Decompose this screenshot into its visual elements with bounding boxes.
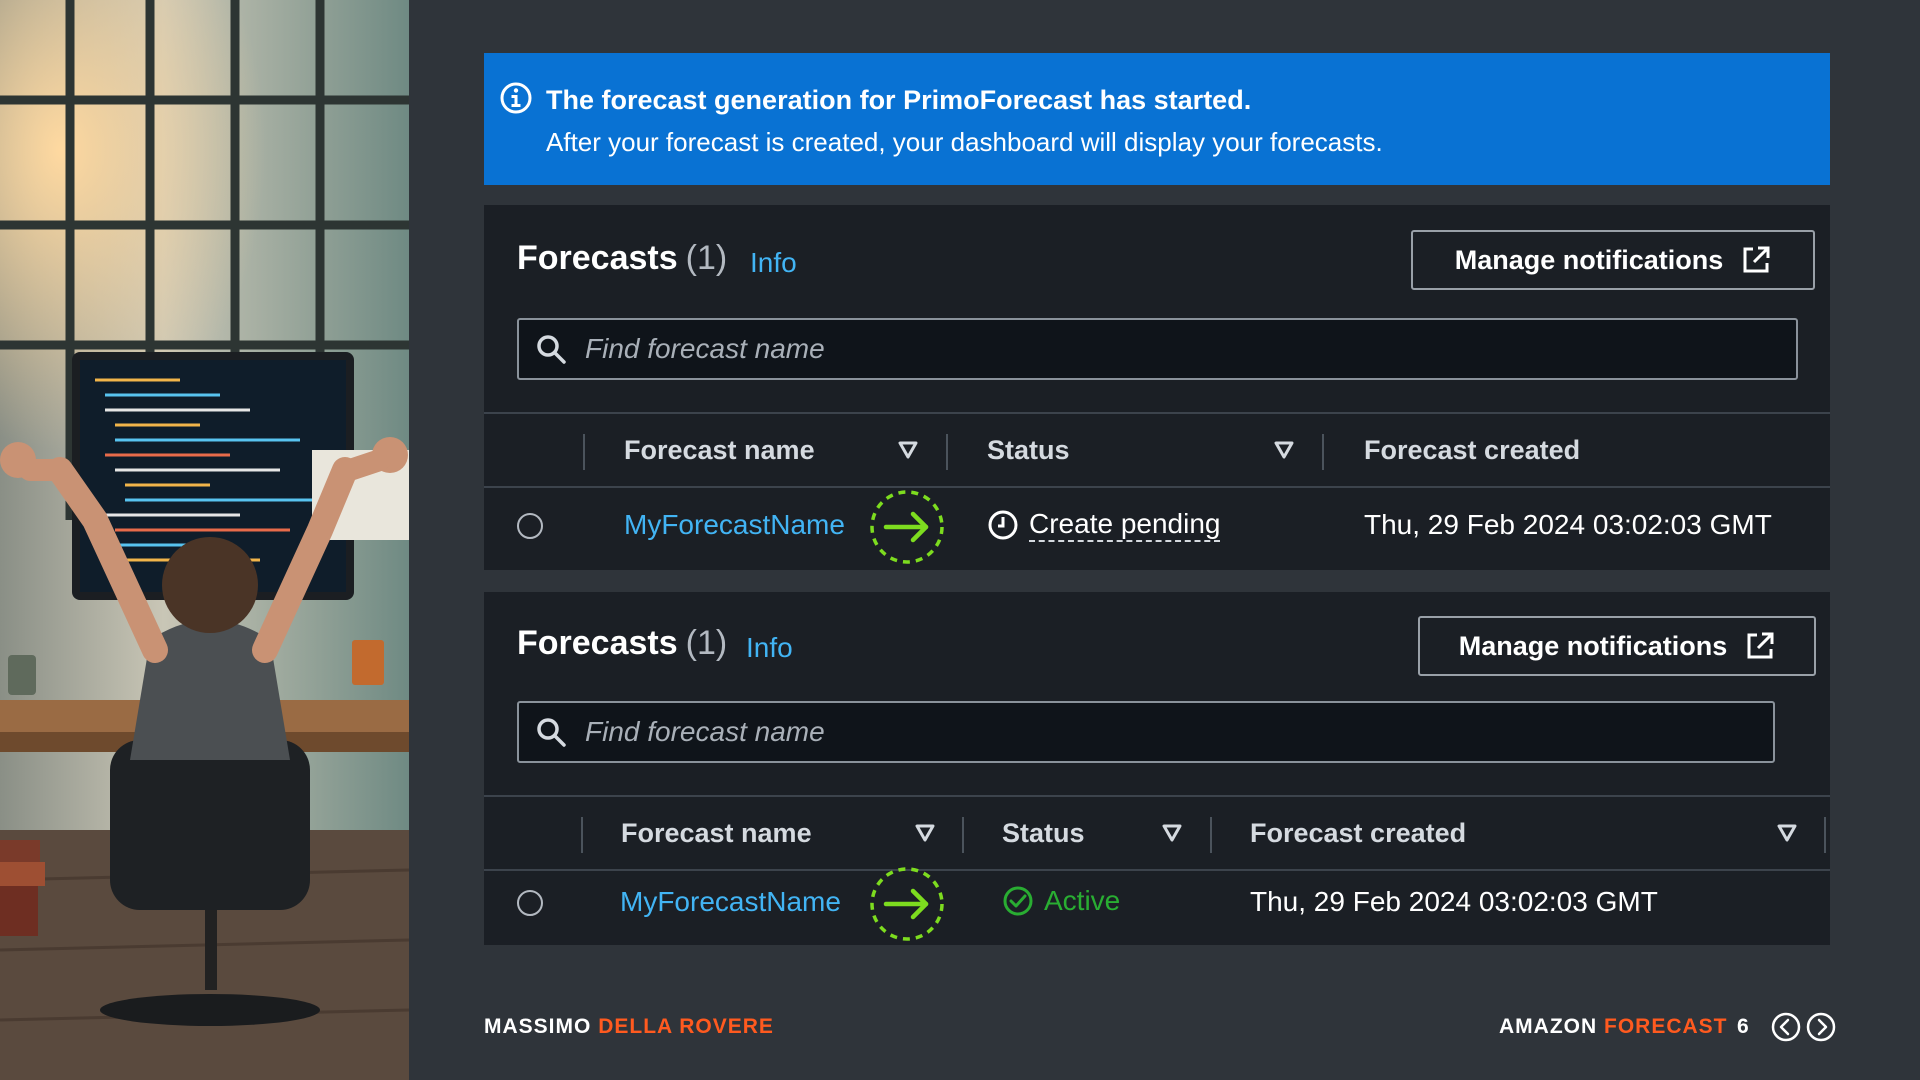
forecast-name-link[interactable]: MyForecastName <box>624 509 845 541</box>
sort-down-icon[interactable] <box>1273 440 1295 460</box>
column-header-status: Status <box>987 434 1070 465</box>
column-header-forecast-name: Forecast name <box>624 434 815 465</box>
search-icon <box>537 335 566 364</box>
panel-title-text: Forecasts <box>517 624 678 662</box>
search-icon <box>537 718 566 747</box>
column-separator <box>583 434 585 470</box>
arrow-right-icon <box>870 867 944 941</box>
info-link[interactable]: Info <box>746 632 793 664</box>
author-first-name: MASSIMO <box>484 1015 592 1038</box>
column-separator <box>1322 434 1324 470</box>
status-text[interactable]: Create pending <box>1029 508 1221 542</box>
table-row: MyForecastName Create pending Thu, 29 Fe… <box>484 488 1830 564</box>
panel-title: Forecasts (1) <box>517 624 727 663</box>
sort-down-icon[interactable] <box>897 440 919 460</box>
column-header-status: Status <box>1002 817 1085 848</box>
external-link-icon <box>1743 246 1770 273</box>
sort-down-icon[interactable] <box>1776 823 1798 843</box>
forecast-name-link[interactable]: MyForecastName <box>620 886 841 918</box>
arrow-right-icon <box>870 490 944 564</box>
sort-down-icon[interactable] <box>1161 823 1183 843</box>
info-circle-icon <box>500 82 532 114</box>
external-link-icon <box>1747 632 1774 659</box>
column-separator <box>581 817 583 853</box>
footer-author: MASSIMO DELLA ROVERE <box>484 1015 774 1039</box>
column-separator <box>962 817 964 853</box>
manage-notifications-label: Manage notifications <box>1458 630 1728 661</box>
previous-slide-icon[interactable] <box>1771 1012 1801 1042</box>
banner-text: After your forecast is created, your das… <box>546 127 1383 157</box>
forecast-created-date: Thu, 29 Feb 2024 03:02:03 GMT <box>1364 509 1772 540</box>
column-separator <box>1824 817 1826 853</box>
search-input[interactable] <box>583 715 1773 749</box>
product-first: AMAZON <box>1499 1015 1598 1038</box>
column-separator <box>946 434 948 470</box>
panel-title-text: Forecasts <box>517 239 678 277</box>
column-separator <box>1210 817 1212 853</box>
check-circle-icon <box>1003 886 1033 916</box>
sort-down-icon[interactable] <box>914 823 936 843</box>
manage-notifications-button[interactable]: Manage notifications <box>1418 616 1816 676</box>
panel-title: Forecasts (1) <box>517 239 727 278</box>
status-text: Active <box>1044 885 1121 916</box>
forecasts-panel-pending: Forecasts (1) Info Manage notifications F… <box>484 205 1830 570</box>
search-field <box>517 701 1775 763</box>
table-header: Forecast name Status Forecast created <box>484 412 1830 488</box>
developer-celebrating-photo <box>0 0 409 1080</box>
banner-title: The forecast generation for PrimoForecas… <box>546 85 1252 115</box>
forecast-started-banner: The forecast generation for PrimoForecas… <box>484 53 1830 185</box>
product-last: FORECAST <box>1604 1015 1728 1038</box>
row-select-radio[interactable] <box>517 890 543 916</box>
next-slide-icon[interactable] <box>1806 1012 1836 1042</box>
column-header-forecast-created: Forecast created <box>1364 434 1581 465</box>
clock-icon <box>988 510 1018 540</box>
row-select-radio[interactable] <box>517 513 543 539</box>
author-last-name: DELLA ROVERE <box>598 1015 774 1038</box>
status-active: Active <box>1002 885 1120 917</box>
column-header-forecast-created: Forecast created <box>1250 817 1467 848</box>
info-link[interactable]: Info <box>750 247 797 279</box>
table-row: MyForecastName Active Thu, 29 Feb 2024 0… <box>484 867 1830 947</box>
footer-product: AMAZON FORECAST <box>1499 1015 1728 1039</box>
page-number: 6 <box>1737 1015 1750 1038</box>
status-pending: Create pending <box>987 508 1221 542</box>
manage-notifications-button[interactable]: Manage notifications <box>1411 230 1815 290</box>
table-header: Forecast name Status Forecast created <box>484 795 1830 871</box>
manage-notifications-label: Manage notifications <box>1454 244 1724 275</box>
forecast-created-date: Thu, 29 Feb 2024 03:02:03 GMT <box>1250 886 1658 917</box>
search-input[interactable] <box>583 332 1796 366</box>
column-header-forecast-name: Forecast name <box>621 817 812 848</box>
forecast-count: (1) <box>685 239 728 277</box>
forecast-count: (1) <box>685 624 728 662</box>
forecasts-panel-active: Forecasts (1) Info Manage notifications F… <box>484 592 1830 945</box>
search-field <box>517 318 1798 380</box>
